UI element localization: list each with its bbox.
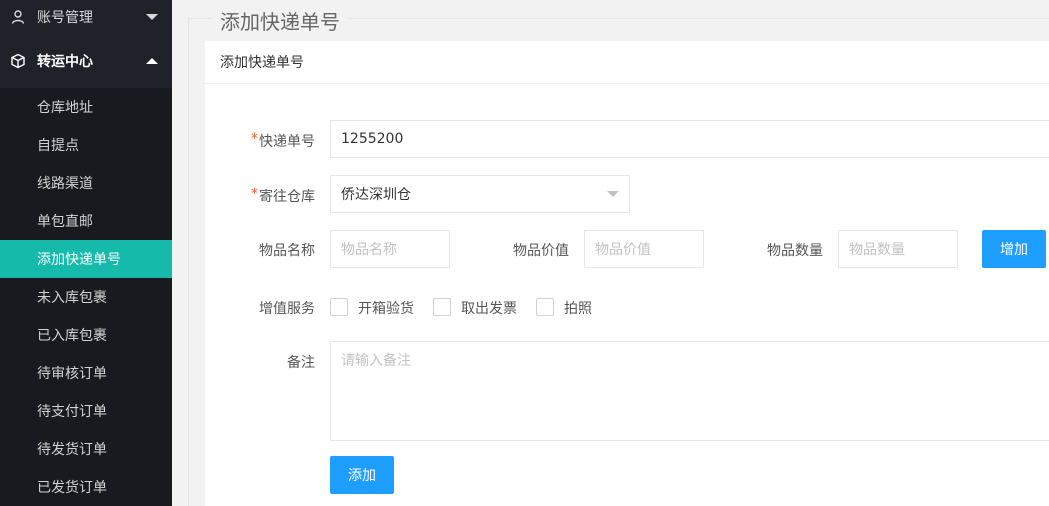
card-header: 添加快递单号 — [205, 41, 1049, 84]
user-icon — [11, 10, 25, 24]
warehouse-selected-value: 侨达深圳仓 — [341, 187, 411, 203]
item-name-placeholder: 物品名称 — [341, 242, 397, 258]
sidebar-item-pending-review[interactable]: 待审核订单 — [0, 354, 172, 392]
main-content: 添加快递单号 添加快递单号 *快递单号 1255200 *寄往仓库 侨达深圳仓 … — [172, 0, 1049, 506]
sidebar-item-label: 仓库地址 — [37, 100, 93, 116]
sidebar-item-label: 待发货订单 — [37, 442, 107, 458]
caret-down-icon — [146, 14, 158, 20]
add-item-button[interactable]: 增加 — [982, 230, 1046, 268]
required-mark: * — [251, 186, 258, 202]
sidebar-item-add-tracking[interactable]: 添加快递单号 — [0, 240, 172, 278]
item-value-input[interactable]: 物品价值 — [584, 230, 704, 268]
sidebar-item-label: 未入库包裹 — [37, 290, 107, 306]
item-value-label: 物品价值 — [513, 243, 569, 259]
item-value-placeholder: 物品价值 — [595, 242, 651, 258]
sidebar: 账号管理 转运中心 仓库地址 自提点 线路渠道 单包直邮 添加快递单号 未入库包… — [0, 0, 172, 506]
caret-up-icon — [146, 58, 158, 64]
sidebar-item-route-channel[interactable]: 线路渠道 — [0, 164, 172, 202]
sidebar-item-label: 添加快递单号 — [37, 252, 121, 268]
checkbox-label-open-inspect: 开箱验货 — [358, 301, 414, 317]
sidebar-item-label: 待审核订单 — [37, 366, 107, 382]
card-title: 添加快递单号 — [220, 55, 304, 71]
nav-transfer-center[interactable]: 转运中心 — [0, 42, 172, 80]
page-title: 添加快递单号 — [212, 6, 348, 35]
nav-transfer-label: 转运中心 — [37, 54, 93, 70]
checkbox-take-invoice[interactable] — [433, 298, 451, 316]
item-name-label: 物品名称 — [259, 243, 315, 259]
remark-textarea[interactable]: 请输入备注 — [330, 341, 1049, 441]
sidebar-item-pickup-point[interactable]: 自提点 — [0, 126, 172, 164]
sidebar-item-warehouse-address[interactable]: 仓库地址 — [0, 88, 172, 126]
sidebar-item-label: 单包直邮 — [37, 214, 93, 230]
sidebar-item-label: 已入库包裹 — [37, 328, 107, 344]
sidebar-item-not-stocked[interactable]: 未入库包裹 — [0, 278, 172, 316]
nav-account-label: 账号管理 — [37, 10, 93, 26]
sidebar-item-stocked[interactable]: 已入库包裹 — [0, 316, 172, 354]
sidebar-item-label: 线路渠道 — [37, 176, 93, 192]
item-name-input[interactable]: 物品名称 — [330, 230, 450, 268]
tracking-label: *快递单号 — [251, 131, 315, 150]
services-label: 增值服务 — [259, 301, 315, 317]
sidebar-item-label: 自提点 — [37, 138, 79, 154]
warehouse-label: *寄往仓库 — [251, 186, 315, 205]
nav-account-management[interactable]: 账号管理 — [0, 0, 172, 36]
remark-label: 备注 — [287, 355, 315, 371]
sidebar-item-pending-shipment[interactable]: 待发货订单 — [0, 430, 172, 468]
sidebar-item-pending-payment[interactable]: 待支付订单 — [0, 392, 172, 430]
remark-placeholder: 请输入备注 — [341, 353, 411, 369]
item-qty-input[interactable]: 物品数量 — [838, 230, 958, 268]
tracking-number-input[interactable]: 1255200 — [330, 120, 1049, 158]
sidebar-item-label: 已发货订单 — [37, 480, 107, 496]
cube-icon — [11, 53, 25, 69]
item-qty-placeholder: 物品数量 — [849, 242, 905, 258]
checkbox-photo[interactable] — [536, 298, 554, 316]
fieldset-border-left — [188, 18, 189, 506]
sidebar-item-label: 待支付订单 — [37, 404, 107, 420]
form-card: 添加快递单号 *快递单号 1255200 *寄往仓库 侨达深圳仓 物品名称 物品… — [205, 41, 1049, 506]
sidebar-item-direct-mail[interactable]: 单包直邮 — [0, 202, 172, 240]
checkbox-label-take-invoice: 取出发票 — [461, 301, 517, 317]
warehouse-select[interactable]: 侨达深圳仓 — [330, 175, 630, 213]
checkbox-label-photo: 拍照 — [564, 301, 592, 317]
item-qty-label: 物品数量 — [767, 243, 823, 259]
tracking-number-value: 1255200 — [341, 131, 404, 147]
submit-add-button[interactable]: 添加 — [330, 456, 394, 494]
caret-down-icon — [607, 191, 619, 197]
checkbox-open-inspect[interactable] — [330, 298, 348, 316]
sidebar-item-shipped[interactable]: 已发货订单 — [0, 468, 172, 506]
required-mark: * — [251, 131, 258, 147]
